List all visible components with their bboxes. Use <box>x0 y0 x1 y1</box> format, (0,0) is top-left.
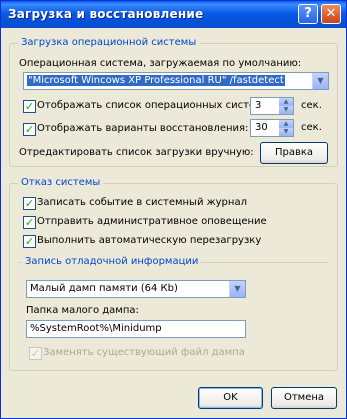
debug-info-legend: Запись отладочной информации <box>22 256 202 267</box>
show-recovery-spinner[interactable]: 30 ▲ ▼ <box>250 119 294 137</box>
default-os-label: Операционная система, загружаемая по умо… <box>19 58 302 69</box>
chevron-down-icon[interactable]: ▼ <box>312 73 328 89</box>
dump-folder-label: Папка малого дампа: <box>26 305 139 316</box>
check-icon: ✓ <box>24 235 35 248</box>
os-startup-group: Загрузка операционной системы Операционн… <box>9 37 338 167</box>
show-recovery-checkbox[interactable]: ✓ <box>23 123 36 136</box>
default-os-value: "Microsoft Wincows XP Professional RU" /… <box>27 75 285 86</box>
spin-up-icon[interactable]: ▲ <box>279 98 293 106</box>
show-list-unit: сек. <box>301 100 322 111</box>
auto-restart-checkbox[interactable]: ✓ <box>23 235 36 248</box>
default-os-select[interactable]: "Microsoft Wincows XP Professional RU" /… <box>23 72 329 90</box>
close-button[interactable]: ✕ <box>321 4 341 24</box>
send-alert-checkbox[interactable]: ✓ <box>23 216 36 229</box>
help-icon: ? <box>304 6 312 21</box>
edit-button[interactable]: Правка <box>260 142 328 164</box>
edit-list-label: Отредактировать список загрузки вручную: <box>19 147 254 158</box>
system-failure-group: Отказ системы ✓ Записать событие в систе… <box>9 177 338 371</box>
check-icon: ✓ <box>24 123 35 136</box>
overwrite-dump-checkbox[interactable]: ✓ <box>29 347 42 360</box>
spin-down-icon[interactable]: ▼ <box>279 128 293 136</box>
check-icon: ✓ <box>24 216 35 229</box>
spin-down-icon[interactable]: ▼ <box>279 106 293 114</box>
overwrite-dump-label: Заменять существующий файл дампа <box>43 347 245 358</box>
write-event-label: Записать событие в системный журнал <box>37 197 247 208</box>
system-failure-legend: Отказ системы <box>18 177 104 188</box>
send-alert-label: Отправить административное оповещение <box>37 216 267 227</box>
show-list-seconds[interactable]: 3 <box>255 100 261 111</box>
chevron-down-icon[interactable]: ▼ <box>229 281 245 297</box>
check-icon: ✓ <box>24 100 35 113</box>
os-startup-legend: Загрузка операционной системы <box>18 37 200 48</box>
close-icon: ✕ <box>325 6 337 21</box>
show-list-checkbox[interactable]: ✓ <box>23 100 36 113</box>
help-button[interactable]: ? <box>298 4 318 24</box>
dump-folder-input[interactable]: %SystemRoot%\Minidump <box>26 320 246 338</box>
check-icon: ✓ <box>24 197 35 210</box>
show-recovery-seconds[interactable]: 30 <box>255 122 268 133</box>
ok-button[interactable]: OK <box>198 387 263 409</box>
show-recovery-label: Отображать варианты восстановления: <box>37 123 249 134</box>
dump-type-value: Малый дамп памяти (64 Кb) <box>30 283 178 294</box>
dialog-window: Загрузка и восстановление ? ✕ Загрузка о… <box>0 0 347 419</box>
write-event-checkbox[interactable]: ✓ <box>23 197 36 210</box>
window-title: Загрузка и восстановление <box>8 7 204 21</box>
show-list-label: Отображать список операционных систем: <box>37 100 267 111</box>
show-recovery-unit: сек. <box>301 122 322 133</box>
spin-up-icon[interactable]: ▲ <box>279 120 293 128</box>
auto-restart-label: Выполнить автоматическую перезагрузку <box>37 235 262 246</box>
cancel-button[interactable]: Отмена <box>271 387 337 409</box>
show-list-spinner[interactable]: 3 ▲ ▼ <box>250 97 294 115</box>
check-icon: ✓ <box>30 347 41 360</box>
debug-info-group: Запись отладочной информации Малый дамп … <box>18 256 329 366</box>
title-bar[interactable]: Загрузка и восстановление ? ✕ <box>1 1 346 28</box>
dump-folder-value: %SystemRoot%\Minidump <box>30 323 162 334</box>
dump-type-select[interactable]: Малый дамп памяти (64 Кb) ▼ <box>26 280 246 298</box>
